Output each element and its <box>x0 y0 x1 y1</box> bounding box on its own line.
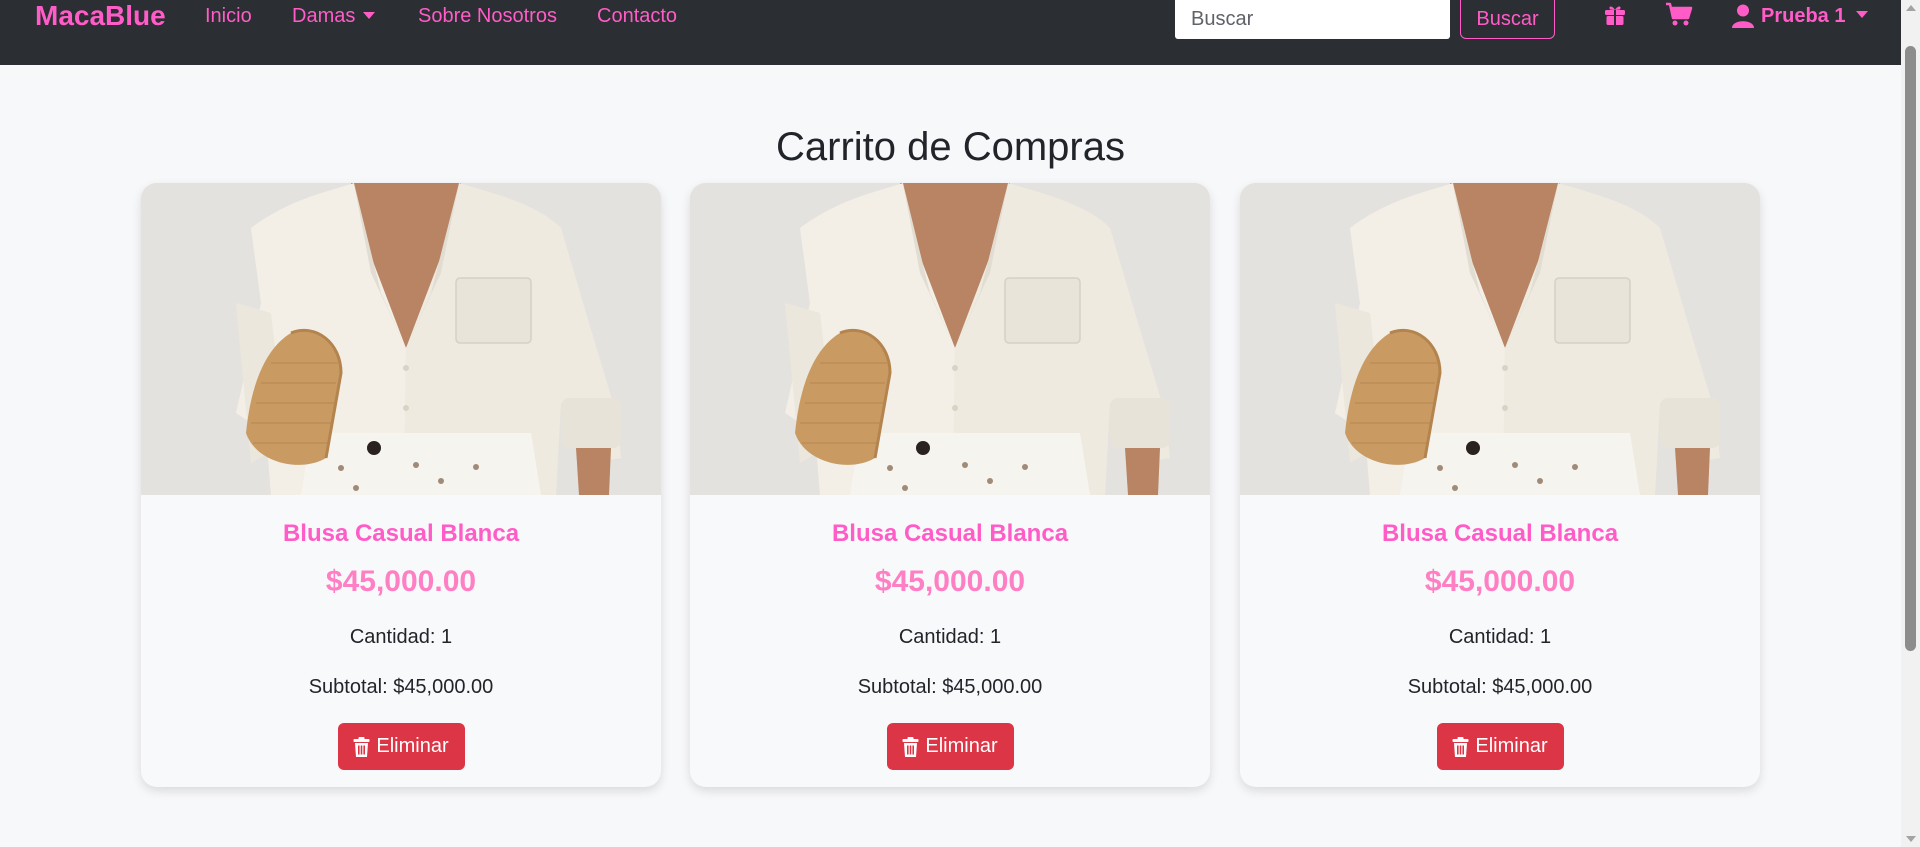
search-button[interactable]: Buscar <box>1460 0 1555 39</box>
scrollbar[interactable] <box>1901 0 1920 847</box>
nav-dropdown-damas[interactable]: Damas <box>292 4 376 28</box>
gift-icon[interactable] <box>1600 0 1630 30</box>
product-price: $45,000.00 <box>874 565 1026 598</box>
delete-button[interactable]: Eliminar <box>886 723 1014 770</box>
product-quantity: Cantidad: 1 <box>898 626 1002 648</box>
delete-label: Eliminar <box>376 735 449 757</box>
caret-down-icon <box>363 11 376 19</box>
product-name: Blusa Casual Blanca <box>282 520 520 547</box>
trash-icon <box>902 736 919 757</box>
cart-item-card: Blusa Casual Blanca $45,000.00 Cantidad:… <box>141 183 661 787</box>
product-name: Blusa Casual Blanca <box>1381 520 1619 547</box>
product-image <box>1240 183 1760 495</box>
user-icon <box>1732 4 1754 28</box>
trash-icon <box>353 736 370 757</box>
scroll-thumb[interactable] <box>1905 46 1916 651</box>
product-name: Blusa Casual Blanca <box>831 520 1069 547</box>
product-price: $45,000.00 <box>325 565 477 598</box>
product-quantity: Cantidad: 1 <box>349 626 453 648</box>
nav-link-contacto[interactable]: Contacto <box>597 4 677 28</box>
product-price: $45,000.00 <box>1424 565 1576 598</box>
nav-link-inicio[interactable]: Inicio <box>205 4 252 28</box>
product-subtotal: Subtotal: $45,000.00 <box>308 676 494 698</box>
delete-label: Eliminar <box>925 735 998 757</box>
cart-icon[interactable] <box>1664 0 1694 30</box>
product-image <box>141 183 661 495</box>
search-input[interactable] <box>1175 0 1450 39</box>
delete-button[interactable]: Eliminar <box>337 723 465 770</box>
product-subtotal: Subtotal: $45,000.00 <box>857 676 1043 698</box>
brand-logo[interactable]: MacaBlue <box>35 1 166 31</box>
nav-dropdown-label: Damas <box>292 5 356 27</box>
product-image <box>690 183 1210 495</box>
user-name: Prueba 1 <box>1761 4 1846 27</box>
delete-label: Eliminar <box>1475 735 1548 757</box>
product-quantity: Cantidad: 1 <box>1448 626 1552 648</box>
delete-button[interactable]: Eliminar <box>1436 723 1564 770</box>
navbar: MacaBlue Inicio Damas Sobre Nosotros Con… <box>0 0 1901 65</box>
caret-down-icon <box>1856 11 1869 18</box>
nav-link-sobre-nosotros[interactable]: Sobre Nosotros <box>418 4 557 28</box>
page-title: Carrito de Compras <box>775 125 1125 169</box>
trash-icon <box>1452 736 1469 757</box>
cart-item-card: Blusa Casual Blanca $45,000.00 Cantidad:… <box>690 183 1210 787</box>
product-subtotal: Subtotal: $45,000.00 <box>1407 676 1593 698</box>
cart-item-card: Blusa Casual Blanca $45,000.00 Cantidad:… <box>1240 183 1760 787</box>
scroll-down-icon[interactable] <box>1906 836 1916 842</box>
scroll-up-icon[interactable] <box>1906 5 1916 11</box>
user-menu[interactable]: Prueba 1 <box>1732 2 1869 30</box>
